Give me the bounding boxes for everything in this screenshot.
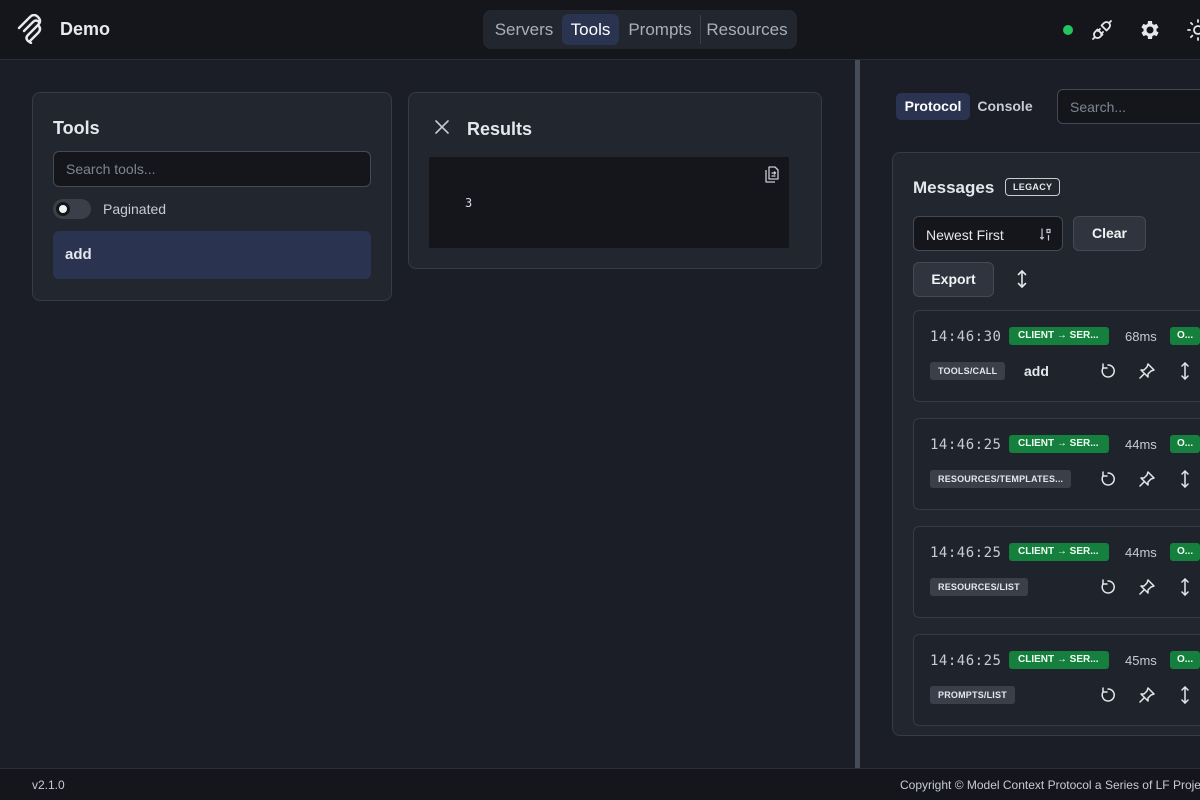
nav-prompts[interactable]: Prompts [624,14,696,45]
panel-resize-handle[interactable] [855,60,860,768]
paginated-toggle[interactable] [53,199,91,219]
tab-console[interactable]: Console [974,93,1036,120]
copyright-text: Copyright © Model Context Protocol a Ser… [900,778,1200,792]
nav-tools[interactable]: Tools [562,14,619,45]
mcp-logo-icon[interactable] [16,14,44,44]
expand-icon[interactable] [1176,686,1194,704]
replay-icon[interactable] [1099,578,1117,596]
toggle-knob [56,202,70,216]
version-label: v2.1.0 [32,778,65,792]
expand-icon[interactable] [1176,362,1194,380]
app-name: Demo [60,19,111,39]
message-status-badge: O... [1170,651,1200,669]
tool-item-label: add [65,246,92,263]
paginated-label: Paginated [103,201,167,217]
message-tool-name: add [1024,363,1049,379]
message-time: 14:46:30 [930,329,1002,345]
sort-icon [1040,228,1051,241]
tools-title: Tools [53,118,100,138]
message-item[interactable]: 14:46:25 CLIENT → SER... 44ms O... RESOU… [913,418,1200,510]
tools-panel: Tools Paginated add [32,92,392,301]
expand-all-icon[interactable] [1015,268,1029,290]
app-header: Demo Servers Tools Prompts Resources [0,0,1200,60]
clear-button[interactable]: Clear [1073,216,1146,251]
message-status-badge: O... [1170,327,1200,345]
main-nav: Servers Tools Prompts Resources [483,10,797,49]
messages-panel: Messages LEGACY Newest First Clear Expor… [892,152,1200,736]
expand-icon[interactable] [1176,578,1194,596]
pin-icon[interactable] [1138,362,1156,380]
message-time: 14:46:25 [930,437,1002,453]
pin-icon[interactable] [1138,470,1156,488]
nav-resources[interactable]: Resources [705,14,789,45]
sort-order-value: Newest First [926,227,1004,243]
copy-icon[interactable] [763,165,781,183]
message-method-badge: TOOLS/CALL [930,362,1006,380]
messages-title: Messages [913,178,995,197]
message-time: 14:46:25 [930,545,1002,561]
replay-icon[interactable] [1099,362,1117,380]
result-value: 3 [465,196,473,210]
message-duration: 44ms [1125,437,1157,452]
message-time: 14:46:25 [930,653,1002,669]
message-duration: 44ms [1125,545,1157,560]
tool-item-add[interactable]: add [53,231,371,279]
legacy-badge: LEGACY [1005,178,1061,196]
result-output: 3 [429,157,789,248]
sort-order-select[interactable]: Newest First [913,216,1063,251]
search-tools-input[interactable] [53,151,371,187]
message-status-badge: O... [1170,543,1200,561]
pin-icon[interactable] [1138,686,1156,704]
replay-icon[interactable] [1099,686,1117,704]
replay-icon[interactable] [1099,470,1117,488]
gear-icon[interactable] [1138,18,1162,42]
export-button[interactable]: Export [913,262,994,297]
sun-icon[interactable] [1186,18,1200,42]
message-method-badge: RESOURCES/LIST [930,578,1028,596]
nav-servers[interactable]: Servers [489,14,559,45]
message-status-badge: O... [1170,435,1200,453]
results-panel: Results 3 [408,92,822,269]
message-duration: 45ms [1125,653,1157,668]
message-item[interactable]: 14:46:25 CLIENT → SER... 45ms O... PROMP… [913,634,1200,726]
message-direction-badge: CLIENT → SER... [1009,435,1109,453]
search-messages-input[interactable] [1057,89,1200,124]
connection-status-dot [1063,25,1073,35]
message-direction-badge: CLIENT → SER... [1009,327,1109,345]
message-method-badge: PROMPTS/LIST [930,686,1015,704]
plug-icon[interactable] [1090,18,1114,42]
results-title: Results [467,119,533,139]
app-footer: v2.1.0 Copyright © Model Context Protoco… [0,768,1200,800]
close-icon[interactable] [433,118,451,136]
message-method-badge: RESOURCES/TEMPLATES... [930,470,1072,488]
expand-icon[interactable] [1176,470,1194,488]
message-direction-badge: CLIENT → SER... [1009,543,1109,561]
message-direction-badge: CLIENT → SER... [1009,651,1109,669]
message-item[interactable]: 14:46:25 CLIENT → SER... 44ms O... RESOU… [913,526,1200,618]
tab-protocol[interactable]: Protocol [896,93,970,120]
nav-divider [700,15,701,44]
message-item[interactable]: 14:46:30 CLIENT → SER... 68ms O... TOOLS… [913,310,1200,402]
message-duration: 68ms [1125,329,1157,344]
pin-icon[interactable] [1138,578,1156,596]
